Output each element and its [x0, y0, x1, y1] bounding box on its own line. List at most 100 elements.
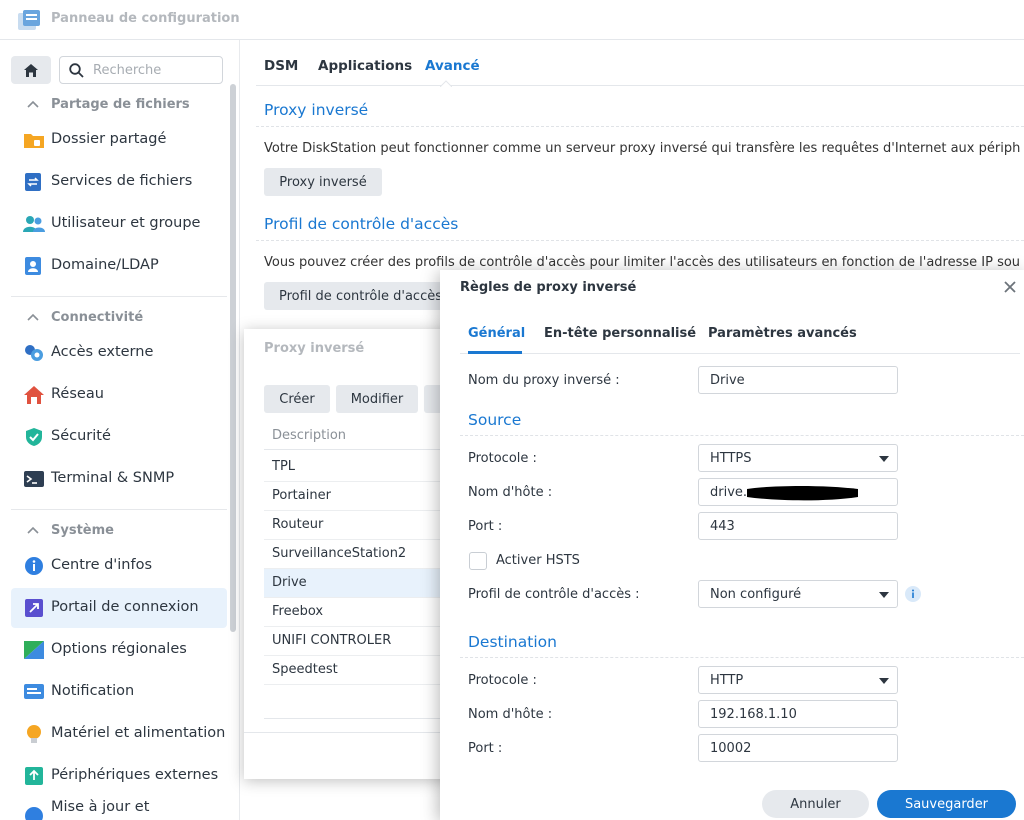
sidebar-item-label: Mise à jour et [51, 799, 150, 815]
tab-dsm[interactable]: DSM [264, 58, 298, 74]
network-icon [24, 386, 44, 404]
section-divider [460, 657, 1024, 658]
search-input[interactable] [93, 60, 218, 80]
sidebar-item-regional-options[interactable]: Options régionales [11, 630, 227, 670]
create-button[interactable]: Créer [264, 385, 330, 413]
acl-section-description: Vous pouvez créer des profils de contrôl… [264, 255, 1021, 270]
cancel-button[interactable]: Annuler [762, 790, 869, 818]
source-protocol-label: Protocole : [468, 451, 537, 466]
dest-host-label: Nom d'hôte : [468, 707, 553, 722]
sidebar-item-label: Réseau [51, 386, 104, 402]
tab-general[interactable]: Général [468, 326, 525, 341]
section-divider [256, 126, 1024, 127]
source-port-input[interactable]: 443 [698, 512, 898, 540]
acl-section-title: Profil de contrôle d'accès [264, 215, 459, 233]
users-icon [23, 216, 45, 232]
hsts-checkbox[interactable] [469, 552, 487, 570]
source-port-label: Port : [468, 519, 503, 534]
sidebar-item-network[interactable]: Réseau [11, 375, 227, 415]
hardware-power-icon [27, 725, 41, 743]
sidebar: Partage de fichiers Dossier partagé Serv… [0, 40, 240, 820]
sidebar-item-label: Services de fichiers [51, 173, 193, 189]
sidebar-item-shared-folder[interactable]: Dossier partagé [11, 120, 227, 160]
external-devices-icon [25, 767, 43, 785]
section-system[interactable]: Système [27, 520, 114, 540]
acl-profile-button[interactable]: Profil de contrôle d'accès [264, 282, 444, 310]
proxy-section-description: Votre DiskStation peut fonctionner comme… [264, 141, 1021, 156]
sidebar-item-update-restore[interactable]: Mise à jour et [11, 796, 227, 820]
column-description: Description [272, 428, 347, 443]
tab-custom-header[interactable]: En-tête personnalisé [544, 326, 696, 341]
search-box[interactable] [59, 56, 223, 84]
chevron-up-icon [27, 313, 39, 321]
home-icon [24, 63, 38, 77]
sidebar-item-label: Terminal & SNMP [51, 470, 175, 486]
dest-port-input[interactable]: 10002 [698, 734, 898, 762]
proxy-rules-dialog: Règles de proxy inversé Général En-tête … [440, 270, 1024, 820]
sidebar-item-external-access[interactable]: Accès externe [11, 333, 227, 373]
proxy-section-title: Proxy inversé [264, 101, 369, 119]
search-icon [69, 63, 84, 78]
control-panel-icon [18, 10, 40, 30]
folder-icon [24, 134, 44, 148]
sidebar-scrollbar[interactable] [230, 84, 236, 632]
sidebar-item-login-portal[interactable]: Portail de connexion [11, 588, 227, 628]
info-icon[interactable] [905, 586, 921, 602]
info-center-icon [25, 557, 43, 575]
tab-advanced[interactable]: Avancé [425, 58, 480, 74]
home-button[interactable] [11, 56, 51, 84]
section-connectivity[interactable]: Connectivité [27, 307, 143, 327]
file-services-icon [25, 173, 41, 191]
proxy-name-label: Nom du proxy inversé : [468, 373, 620, 388]
source-host-label: Nom d'hôte : [468, 485, 553, 500]
active-tab-caret-icon [440, 80, 452, 87]
chevron-up-icon [27, 526, 39, 534]
section-file-sharing[interactable]: Partage de fichiers [27, 94, 190, 114]
sidebar-item-notification[interactable]: Notification [11, 672, 227, 712]
divider [11, 509, 227, 510]
sidebar-item-terminal-snmp[interactable]: Terminal & SNMP [11, 459, 227, 499]
window-title: Panneau de configuration [51, 11, 240, 26]
sidebar-item-label: Périphériques externes [51, 767, 219, 783]
sidebar-item-label: Utilisateur et groupe [51, 215, 201, 231]
source-protocol-select[interactable]: HTTPS [698, 444, 898, 472]
section-divider [256, 240, 1024, 241]
sidebar-item-users-groups[interactable]: Utilisateur et groupe [11, 204, 227, 244]
dest-host-input[interactable]: 192.168.1.10 [698, 700, 898, 728]
divider [11, 296, 227, 297]
edit-button[interactable]: Modifier [336, 385, 418, 413]
sidebar-item-external-devices[interactable]: Périphériques externes [11, 756, 227, 796]
dialog-tabs: Général En-tête personnalisé Paramètres … [460, 318, 1020, 354]
ldap-icon [25, 257, 41, 275]
sidebar-item-label: Notification [51, 683, 135, 699]
acl-profile-label: Profil de contrôle d'accès : [468, 587, 640, 602]
acl-profile-select[interactable]: Non configuré [698, 580, 898, 608]
chevron-down-icon [879, 678, 889, 684]
chevron-up-icon [27, 100, 39, 108]
tab-applications[interactable]: Applications [318, 58, 412, 74]
security-icon [26, 428, 42, 446]
chevron-down-icon [879, 456, 889, 462]
save-button[interactable]: Sauvegarder [877, 790, 1016, 818]
sidebar-item-label: Sécurité [51, 428, 111, 444]
sidebar-item-label: Domaine/LDAP [51, 257, 159, 273]
terminal-icon [24, 471, 44, 487]
chevron-down-icon [879, 592, 889, 598]
sidebar-item-label: Accès externe [51, 344, 154, 360]
sidebar-item-domain-ldap[interactable]: Domaine/LDAP [11, 246, 227, 286]
dest-port-label: Port : [468, 741, 503, 756]
external-access-icon [25, 345, 43, 361]
title-bar: Panneau de configuration [0, 0, 1024, 40]
close-icon[interactable] [1003, 280, 1017, 294]
sidebar-item-hardware-power[interactable]: Matériel et alimentation [11, 714, 227, 754]
sidebar-item-file-services[interactable]: Services de fichiers [11, 162, 227, 202]
dest-protocol-select[interactable]: HTTP [698, 666, 898, 694]
tab-advanced-settings[interactable]: Paramètres avancés [708, 326, 857, 341]
reverse-proxy-button[interactable]: Proxy inversé [264, 168, 382, 196]
section-divider [460, 435, 1024, 436]
sidebar-item-security[interactable]: Sécurité [11, 417, 227, 457]
sidebar-item-label: Matériel et alimentation [51, 725, 226, 741]
sidebar-item-info-center[interactable]: Centre d'infos [11, 546, 227, 586]
main-tabs: DSM Applications Avancé [256, 40, 1024, 86]
proxy-name-input[interactable]: Drive [698, 366, 898, 394]
